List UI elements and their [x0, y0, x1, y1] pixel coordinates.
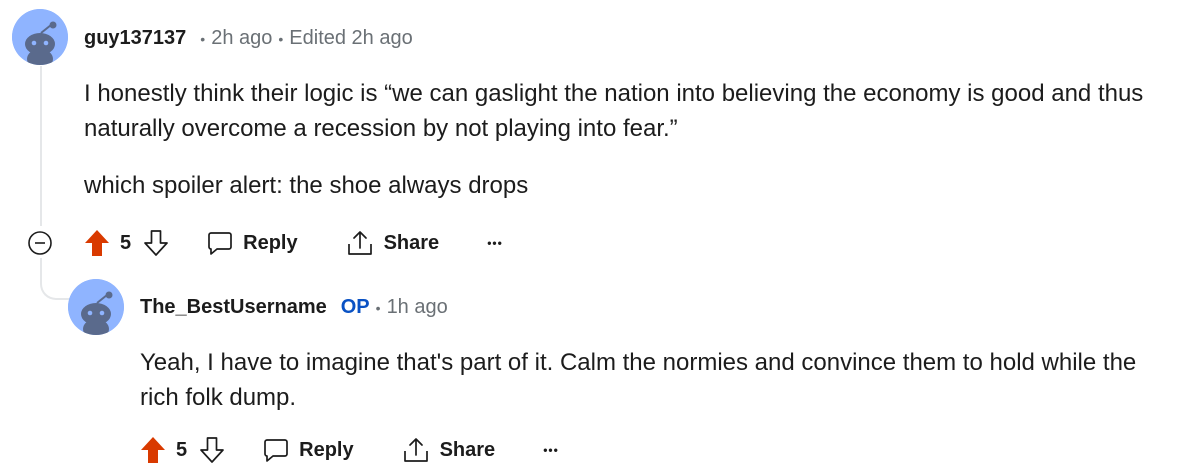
upvote-button[interactable]: [140, 436, 166, 464]
reply-paragraph: Yeah, I have to imagine that's part of i…: [140, 349, 1137, 411]
snoo-avatar-icon: [68, 279, 124, 335]
separator-dot: •: [278, 30, 284, 47]
more-icon: •••: [543, 443, 559, 457]
reply-label: Reply: [243, 231, 298, 254]
upvote-icon: [141, 437, 165, 463]
share-label: Share: [383, 231, 440, 254]
comment-time[interactable]: 2h ago: [211, 27, 272, 50]
comment-paragraph: I honestly think their logic is “we can …: [84, 80, 1144, 142]
share-button[interactable]: Share: [402, 436, 496, 464]
comment-icon: [208, 232, 232, 255]
reply-thread-connector: [40, 258, 70, 300]
thread-line[interactable]: [40, 66, 42, 226]
avatar[interactable]: [12, 9, 68, 65]
downvote-button[interactable]: [199, 436, 225, 464]
more-options-button[interactable]: •••: [543, 443, 559, 457]
share-label: Share: [439, 438, 496, 461]
reply-button[interactable]: Reply: [263, 437, 354, 463]
more-options-button[interactable]: •••: [487, 236, 503, 250]
upvote-icon: [85, 230, 109, 256]
vote-count: 5: [176, 438, 188, 461]
separator-dot: •: [375, 299, 381, 316]
share-icon: [403, 438, 428, 462]
downvote-button[interactable]: [143, 229, 169, 257]
reply-time[interactable]: 1h ago: [387, 296, 448, 319]
collapse-icon: [28, 231, 52, 255]
reply-body: Yeah, I have to imagine that's part of i…: [140, 345, 1180, 437]
comment-body: I honestly think their logic is “we can …: [84, 76, 1164, 225]
op-badge: OP: [340, 296, 370, 318]
snoo-avatar-icon: [12, 9, 68, 65]
comment-actions: 5 Reply Share •••: [84, 228, 503, 258]
share-button[interactable]: Share: [346, 229, 440, 257]
comment-author[interactable]: guy137137: [84, 27, 186, 50]
vote-count: 5: [120, 231, 132, 254]
downvote-icon: [144, 230, 168, 256]
reply-actions: 5 Reply Share •••: [140, 435, 559, 465]
more-icon: •••: [487, 236, 503, 250]
upvote-button[interactable]: [84, 229, 110, 257]
reply-button[interactable]: Reply: [207, 230, 298, 256]
comment-icon: [264, 439, 288, 462]
reply-author[interactable]: The_BestUsername: [140, 296, 327, 319]
downvote-icon: [200, 437, 224, 463]
collapse-button[interactable]: [28, 231, 52, 255]
comment-edited: Edited 2h ago: [289, 27, 413, 49]
reply-meta: The_BestUsername OP • 1h ago: [140, 296, 448, 319]
avatar[interactable]: [68, 279, 124, 335]
reply-label: Reply: [299, 438, 354, 461]
share-icon: [347, 231, 372, 255]
comment-meta: guy137137 • 2h ago • Edited 2h ago: [84, 27, 413, 50]
separator-dot: •: [200, 30, 206, 47]
comment-paragraph: which spoiler alert: the shoe always dro…: [84, 172, 529, 199]
